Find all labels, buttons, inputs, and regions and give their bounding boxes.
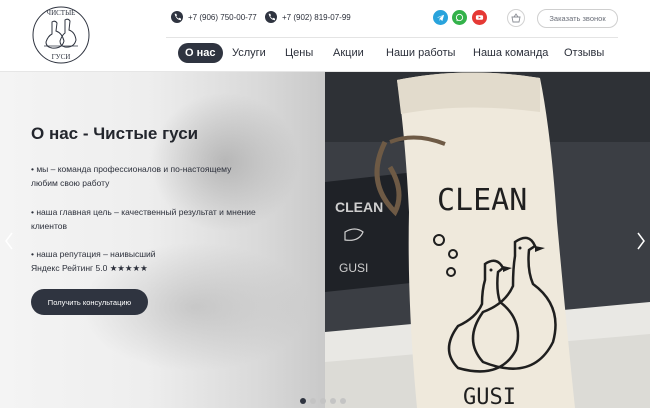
logo-text-top: ЧИСТЫЕ xyxy=(47,9,76,17)
nav-divider xyxy=(166,37,618,38)
hero-photo: CLEAN GUSI CLEAN GUSI xyxy=(325,72,650,408)
nav-item-about[interactable]: О нас xyxy=(178,43,223,63)
hero-slider: CLEAN GUSI CLEAN GUSI О нас - Чистые гус… xyxy=(0,72,650,408)
phone-1[interactable]: +7 (906) 750-00-77 xyxy=(171,11,257,23)
hero-bullet-3-line-2: Яндекс Рейтинг 5.0 ★★★★★ xyxy=(31,263,148,273)
youtube-icon[interactable] xyxy=(472,10,487,25)
phone-icon xyxy=(171,11,183,23)
bag-text-top: CLEAN xyxy=(437,183,527,218)
site-header: ЧИСТЫЕ ГУСИ +7 (906) 750-00-77 +7 (902) … xyxy=(0,0,650,72)
order-call-button[interactable]: Заказать звонок xyxy=(537,9,618,28)
phone-2[interactable]: +7 (902) 819-07-99 xyxy=(265,11,351,23)
phone-1-text: +7 (906) 750-00-77 xyxy=(188,12,257,22)
slider-dots xyxy=(300,398,346,404)
nav-item-our-team[interactable]: Наша команда xyxy=(473,43,548,63)
telegram-icon[interactable] xyxy=(433,10,448,25)
hero-bullet-1: • мы – команда профессионалов и по-насто… xyxy=(31,162,291,190)
nav-item-promotions[interactable]: Акции xyxy=(333,43,364,63)
hero-bullet-1-line-2: любим свою работу xyxy=(31,178,110,188)
basket-icon[interactable] xyxy=(507,9,525,27)
hero-bullet-2-line-1: • наша главная цель – качественный резул… xyxy=(31,207,256,217)
whatsapp-icon[interactable] xyxy=(452,10,467,25)
prev-slide-arrow-icon[interactable] xyxy=(4,232,14,250)
bg-bag-text-top: CLEAN xyxy=(335,199,383,215)
nav-item-prices[interactable]: Цены xyxy=(285,43,313,63)
hero-bullet-1-line-1: • мы – команда профессионалов и по-насто… xyxy=(31,164,232,174)
hero-title: О нас - Чистые гуси xyxy=(31,124,199,143)
slider-dot[interactable] xyxy=(340,398,346,404)
nav-item-reviews[interactable]: Отзывы xyxy=(564,43,604,63)
slider-dot[interactable] xyxy=(310,398,316,404)
next-slide-arrow-icon[interactable] xyxy=(636,232,646,250)
hero-bullet-2-line-2: клиентов xyxy=(31,221,67,231)
main-nav: О нас Услуги Цены Акции Наши работы Наша… xyxy=(0,43,650,63)
bg-bag-text-bottom: GUSI xyxy=(339,261,368,275)
bag-text-bottom: GUSI xyxy=(463,385,516,408)
hero-left-background xyxy=(0,72,325,408)
slider-dot[interactable] xyxy=(330,398,336,404)
hero-bullet-3: • наша репутация – наивысший Яндекс Рейт… xyxy=(31,247,291,275)
get-consultation-button[interactable]: Получить консультацию xyxy=(31,289,148,315)
bag-photo-illustration: CLEAN GUSI CLEAN GUSI xyxy=(325,72,650,408)
phone-icon xyxy=(265,11,277,23)
phone-2-text: +7 (902) 819-07-99 xyxy=(282,12,351,22)
hero-bullet-3-line-1: • наша репутация – наивысший xyxy=(31,249,156,259)
slider-dot[interactable] xyxy=(320,398,326,404)
nav-item-services[interactable]: Услуги xyxy=(232,43,266,63)
nav-item-our-works[interactable]: Наши работы xyxy=(386,43,455,63)
slider-dot[interactable] xyxy=(300,398,306,404)
hero-bullet-2: • наша главная цель – качественный резул… xyxy=(31,205,291,233)
